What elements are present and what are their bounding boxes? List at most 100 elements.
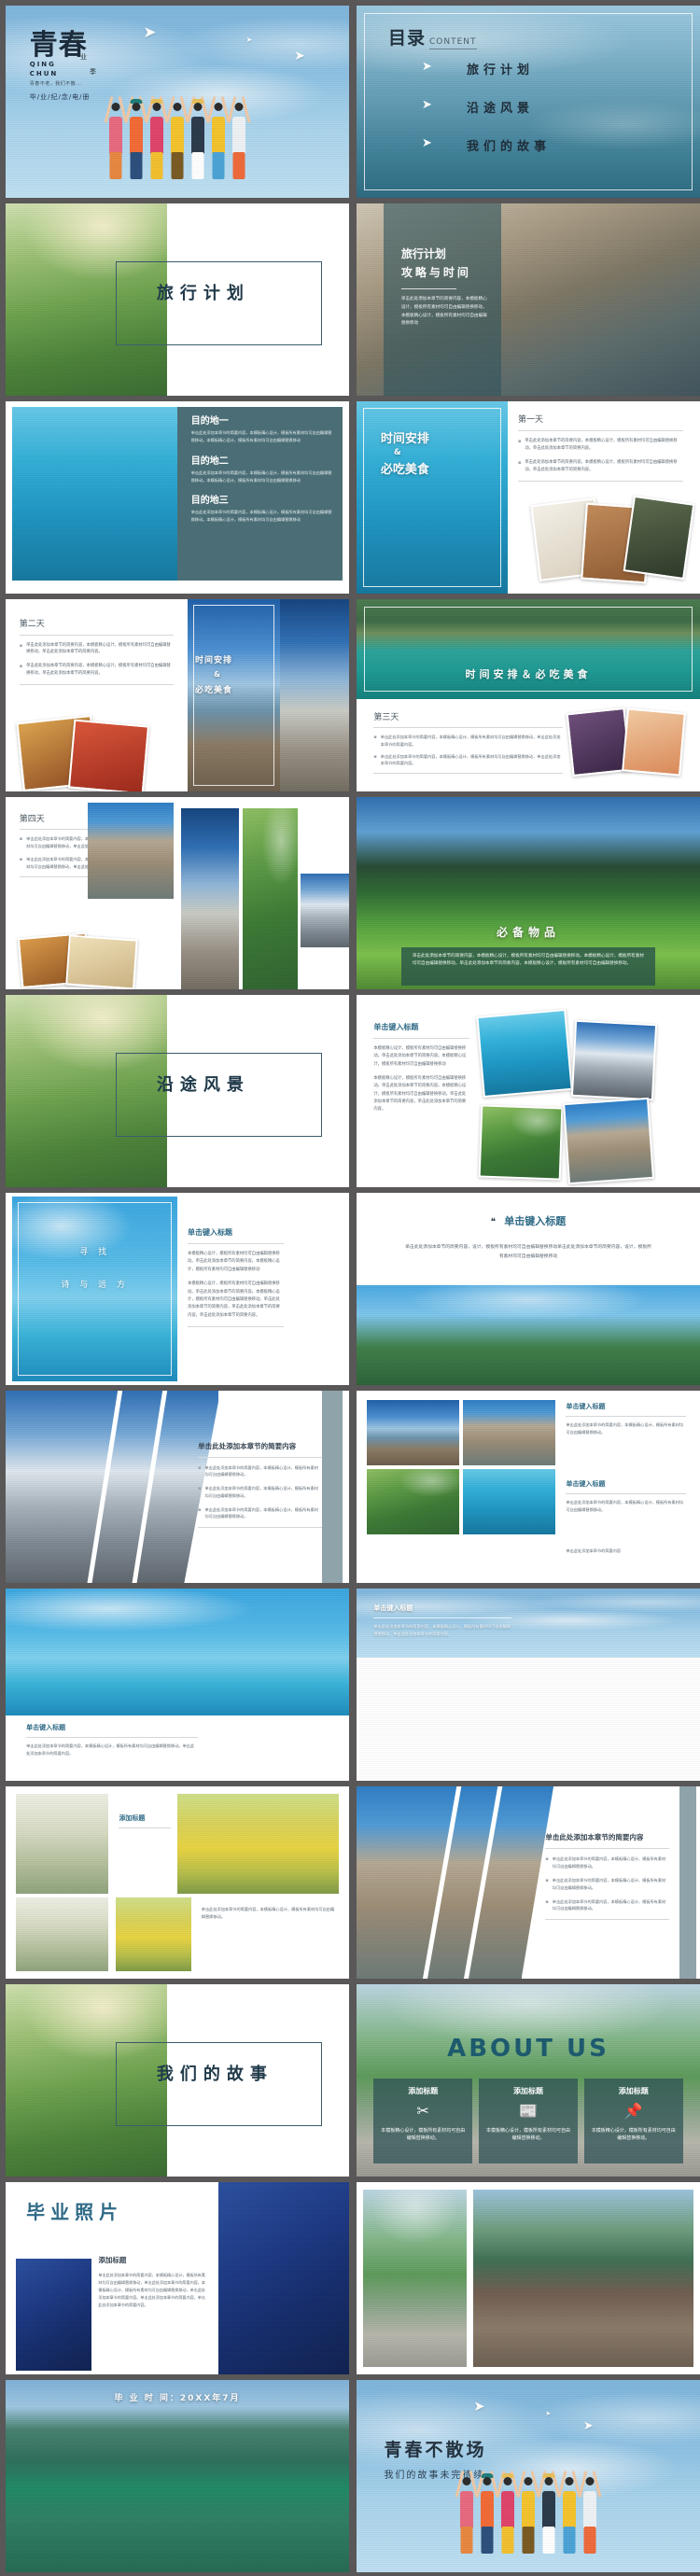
autumn-text: 单击键入标题 单击此处添加本章节的简要内容，本模板精心设计，模板所有素材均可自由… (373, 1603, 511, 1638)
slide-autumn-field[interactable]: 单击键入标题 单击此处添加本章节的简要内容，本模板精心设计，模板所有素材均可自由… (357, 1589, 700, 1781)
bullet-dot: ▪ (545, 1877, 549, 1883)
mountain-photo (6, 1391, 219, 1583)
slide-quote-palm[interactable]: ❝ 单击键入标题 单击此处添加本章节的简要内容，设计，模板所有素材均可自由编辑替… (357, 1193, 700, 1385)
scenery-text-block: 单击键入标题 本模板精心设计，模板所有素材均可自由编辑替换移动。单击此处添加本章… (373, 1022, 470, 1114)
lake-photo: 时间安排 & 必吃美食 (188, 599, 281, 791)
jungle-photo (242, 808, 298, 989)
slide-essentials[interactable]: 必备物品 单击此处添加本章节的简要内容，本模板精心设计，模板所有素材均可自由编辑… (357, 797, 700, 989)
schedule-banner: 时间安排 & 必吃美食 (195, 653, 232, 695)
toc-item-3[interactable]: ➤ 我们的故事 (422, 136, 551, 154)
toc-header: 目录 CONTENT (388, 24, 477, 49)
bullet-dot: ▪ (19, 836, 23, 843)
about-card[interactable]: 添加标题 📌 本模板精心设计，模板所有素材均可自由编辑替换移动。 (583, 2078, 683, 2163)
slide-section-travel[interactable]: 旅行计划 (6, 203, 349, 396)
divider (400, 288, 457, 290)
destination-item: 目的地三 单击此处添加本章节的简要内容，本模板精心设计，模板所有素材均可自由编辑… (191, 492, 332, 524)
slide-day-three[interactable]: 时间安排＆必吃美食 第三天 ▪ 单击此处添加本章节的简要内容，本模板精心设计，模板… (357, 599, 700, 791)
toc-item-label: 旅行计划 (467, 63, 535, 77)
divider (373, 1617, 511, 1619)
toc-item-1[interactable]: ➤ 旅行计划 (422, 60, 551, 77)
slide-grad-group[interactable] (357, 2182, 700, 2374)
gallery-title-1: 单击键入标题 (566, 1403, 606, 1411)
day-title: 第二天 (19, 619, 45, 629)
rock-bullet: ▪ 单击此处添加本章节的简要内容，本模板精心设计，模板所有素材均可自由编辑替换移动… (545, 1855, 668, 1870)
day-title: 第三天 (373, 713, 399, 723)
autumn-title: 单击键入标题 (373, 1604, 413, 1613)
slide-poetry[interactable]: 寻 找 诗 与 远 方 单击键入标题 本模板精心设计，模板所有素材均可自由编辑替… (6, 1193, 349, 1385)
about-card[interactable]: 添加标题 ✂ 本模板精心设计，模板所有素材均可自由编辑替换移动。 (373, 2078, 473, 2163)
day-two-block: 第二天 ▪ 单击此处添加本章节的简要内容，本模板精心设计，模板所有素材均可自由编辑… (19, 617, 175, 686)
food-photo (67, 719, 149, 791)
intro-text-block: 旅行计划 攻略与时间 单击此处添加本章节的简要内容，本模板精心设计，模板所有素材… (400, 245, 491, 329)
autumn-body: 单击此处添加本章节的简要内容，本模板精心设计，模板所有素材均可自由编辑替换移动。… (373, 1624, 511, 1637)
banner-line3: 必吃美食 (194, 685, 232, 695)
quote-title: 单击键入标题 (504, 1214, 567, 1227)
slide-cover[interactable]: ➤ ➤ ➤ 青春 QING CHUN 青春不老，我们不散... 毕/业/纪/念/… (6, 6, 349, 198)
gallery-footer: 单击此处添加本章节的简要内容 (566, 1547, 622, 1553)
poetry-line-1: 寻 找 (79, 1247, 111, 1257)
slide-graduation-photo[interactable]: 毕业照片 添加标题 单击此处添加本章节的简要内容，本模板精心设计，模板所有素材均… (6, 2182, 349, 2374)
slide-gallery-two[interactable]: 单击键入标题 单击此处添加本章节的简要内容，本模板精心设计，模板所有素材均可自由… (357, 1391, 700, 1583)
cover-side-2: 业 (80, 53, 87, 61)
slide-day-one[interactable]: 时间安排 & 必吃美食 第一天 ▪ 单击此处添加本章节的简要内容，本模板精心设计，… (357, 401, 700, 594)
bullet-dot: ▪ (198, 1506, 202, 1513)
destination-item: 目的地一 单击此处添加本章节的简要内容，本模板精心设计，模板所有素材均可自由编辑… (191, 413, 332, 444)
gallery-photo (367, 1469, 460, 1535)
destination-photo (12, 407, 177, 581)
slide-section-scenery[interactable]: 沿途风景 (6, 995, 349, 1187)
slide-scenery-photos[interactable]: 单击键入标题 本模板精心设计，模板所有素材均可自由编辑替换移动。单击此处添加本章… (357, 995, 700, 1187)
dessert-photo (622, 707, 686, 777)
banner-line1: 时间安排 (194, 655, 232, 665)
slide-about-us[interactable]: ABOUT US 添加标题 ✂ 本模板精心设计，模板所有素材均可自由编辑替换移动… (357, 1984, 700, 2177)
bullet-text: 单击此处添加本章节的简要内容，本模板精心设计，模板所有素材均可自由编辑替换移动。 (204, 1464, 318, 1477)
toc-item-2[interactable]: ➤ 沿途风景 (422, 98, 551, 116)
slide-day-four[interactable]: 第四天 ▪ 单击此处添加本章节的简要内容，本模板精心设计，模板所有素材均可自由编辑… (6, 797, 349, 989)
landscape-photo (6, 1589, 349, 1715)
field-photo (357, 1658, 700, 1781)
day-three-block: 第三天 ▪ 单击此处添加本章节的简要内容，本模板精心设计，模板所有素材均可自由编辑… (373, 710, 563, 774)
divider (188, 1326, 285, 1328)
slide-wide-landscape[interactable]: 单击键入标题 单击此处添加本章节的简要内容，本模板精心设计，模板所有素材均可自由… (6, 1589, 349, 1781)
gallery-photo (463, 1400, 556, 1466)
gallery-body-2: 单击此处添加本章节的简要内容，本模板精心设计，模板所有素材均可自由编辑替换移动。 (566, 1499, 684, 1512)
cover-side-3: 季 (90, 68, 96, 76)
mountain-photo (301, 874, 349, 947)
destination-item: 目的地二 单击此处添加本章节的简要内容，本模板精心设计，模板所有素材均可自由编辑… (191, 453, 332, 484)
slide-grad-time[interactable]: 毕 业 时 间：20XX年7月 (6, 2380, 349, 2572)
schedule-banner: 时间安排 & 必吃美食 (381, 428, 429, 477)
landscape-body: 单击此处添加本章节的简要内容，本模板精心设计，模板所有素材均可自由编辑替换移动。… (26, 1743, 195, 1757)
flower-photo (115, 1897, 191, 1972)
slide-rock-diagonal[interactable]: 单击此处添加本章节的简要内容 ▪ 单击此处添加本章节的简要内容，本模板精心设计，模… (357, 1786, 700, 1979)
bullet-dot: ▪ (19, 642, 23, 649)
bullet-dot: ▪ (373, 753, 377, 760)
slide-grid: ➤ ➤ ➤ 青春 QING CHUN 青春不老，我们不散... 毕/业/纪/念/… (0, 0, 700, 2576)
scenery-photo (479, 1104, 565, 1182)
accent-bar (321, 1391, 343, 1583)
bullet-dot: ▪ (545, 1856, 549, 1863)
intro-title-line1: 旅行计划 (400, 247, 446, 261)
paper-plane-icon: ➤ (143, 22, 157, 42)
slide-day-two[interactable]: 第二天 ▪ 单击此处添加本章节的简要内容，本模板精心设计，模板所有素材均可自由编辑… (6, 599, 349, 791)
slide-travel-intro[interactable]: 旅行计划 攻略与时间 单击此处添加本章节的简要内容，本模板精心设计，模板所有素材… (357, 203, 700, 396)
slide-diagonal[interactable]: 单击此处添加本章节的简要内容 ▪ 单击此处添加本章节的简要内容，本模板精心设计，模… (6, 1391, 349, 1583)
bullet-dot: ▪ (198, 1486, 202, 1492)
slide-section-story[interactable]: 我们的故事 (6, 1984, 349, 2177)
photo-frame (193, 605, 275, 786)
divider (566, 1416, 687, 1418)
destination-title: 目的地一 (190, 416, 229, 427)
about-card[interactable]: 添加标题 📰 本模板精心设计，模板所有素材均可自由编辑替换移动。 (479, 2078, 578, 2163)
diagonal-bullet: ▪ 单击此处添加本章节的简要内容，本模板精心设计，模板所有素材均可自由编辑替换移动… (198, 1464, 321, 1479)
slide-destinations[interactable]: 目的地一 单击此处添加本章节的简要内容，本模板精心设计，模板所有素材均可自由编辑… (6, 401, 349, 594)
intro-title-line2: 攻略与时间 (400, 266, 471, 280)
slide-closing[interactable]: ➤ ➤ ➤ 青春不散场 我们的故事未完待续 (357, 2380, 700, 2572)
destination-list: 目的地一 单击此处添加本章节的简要内容，本模板精心设计，模板所有素材均可自由编辑… (191, 413, 332, 524)
grad-photo-right (218, 2182, 349, 2374)
slide-table-of-contents[interactable]: 目录 CONTENT ➤ 旅行计划 ➤ 沿途风景 ➤ 我们的故事 (357, 6, 700, 198)
quote-body: 单击此处添加本章节的简要内容，设计，模板所有素材均可自由编辑替换移动单击此处添加… (405, 1244, 651, 1259)
cover-title-block: 青春 QING CHUN 青春不老，我们不散... 毕/业/纪/念/电/册 (30, 32, 91, 103)
flower-caption: 单击此处添加本章节的简要内容，本模板精心设计，模板所有素材均可自由编辑替换移动。 (201, 1906, 335, 1919)
slide-flowers[interactable]: 添加标题 单击此处添加本章节的简要内容，本模板精心设计，模板所有素材均可自由编辑… (6, 1786, 349, 1979)
bullet-text: 单击此处添加本章节的简要内容，本模板精心设计，模板所有素材均可自由编辑替换移动，… (380, 735, 561, 748)
divider (26, 1737, 199, 1739)
about-card-title: 添加标题 (618, 2086, 649, 2095)
